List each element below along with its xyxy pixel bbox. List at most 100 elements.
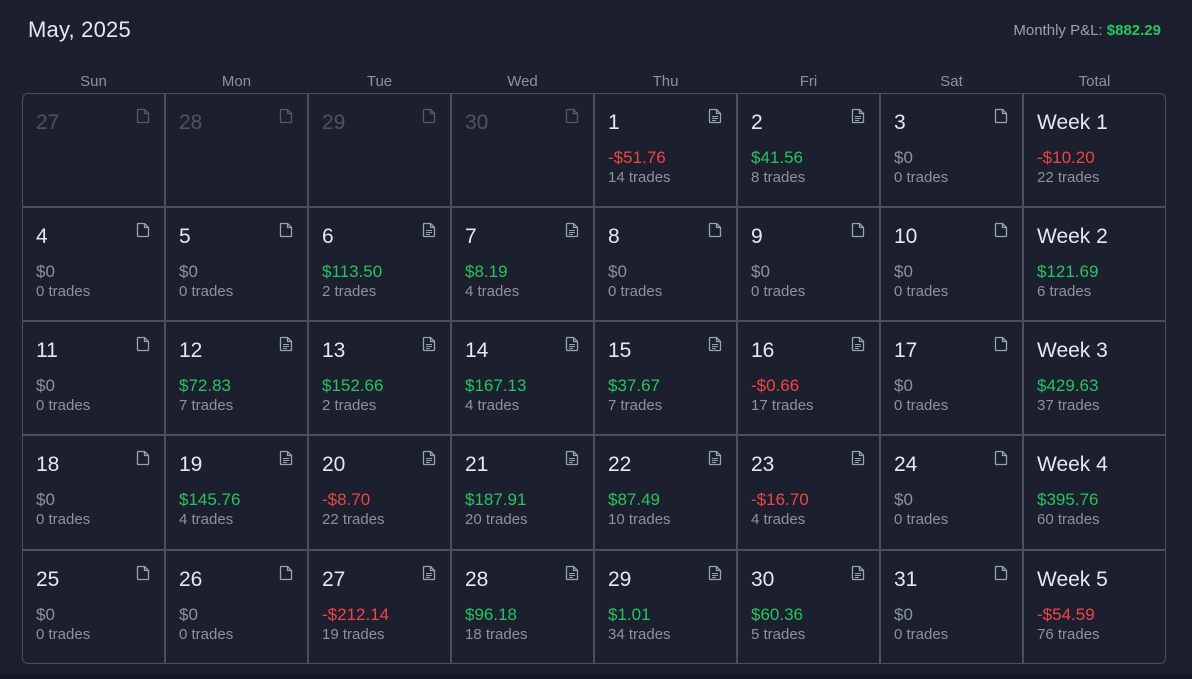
day-cell[interactable]: 16 -$0.66 17 trades (738, 322, 881, 436)
journal-note-icon[interactable] (851, 336, 865, 352)
day-cell[interactable]: 14 $167.13 4 trades (452, 322, 595, 436)
journal-note-icon[interactable] (851, 450, 865, 466)
day-cell[interactable]: 29 (309, 94, 452, 208)
week-label: Week 4 (1037, 453, 1108, 476)
journal-note-icon[interactable] (565, 450, 579, 466)
journal-note-icon[interactable] (279, 336, 293, 352)
empty-note-icon[interactable] (994, 108, 1008, 124)
day-cell[interactable]: 22 $87.49 10 trades (595, 436, 738, 551)
journal-note-icon[interactable] (422, 450, 436, 466)
empty-note-icon[interactable] (851, 222, 865, 238)
journal-note-icon[interactable] (565, 336, 579, 352)
empty-note-icon[interactable] (994, 222, 1008, 238)
day-cell[interactable]: 5 $0 0 trades (166, 208, 309, 322)
journal-note-icon[interactable] (422, 222, 436, 238)
day-cell[interactable]: 25 $0 0 trades (23, 551, 166, 663)
day-trade-count: 4 trades (465, 283, 520, 300)
week-pnl: $121.69 (1037, 262, 1099, 281)
empty-note-icon[interactable] (708, 222, 722, 238)
day-cell[interactable]: 27 -$212.14 19 trades (309, 551, 452, 663)
empty-note-icon[interactable] (279, 222, 293, 238)
day-cell[interactable]: 13 $152.66 2 trades (309, 322, 452, 436)
day-cell[interactable]: 2 $41.56 8 trades (738, 94, 881, 208)
day-cell[interactable]: 23 -$16.70 4 trades (738, 436, 881, 551)
day-trade-count: 0 trades (894, 626, 949, 643)
week-total-cell: Week 1 -$10.20 22 trades (1024, 94, 1165, 208)
journal-note-icon[interactable] (565, 565, 579, 581)
day-cell[interactable]: 18 $0 0 trades (23, 436, 166, 551)
day-cell[interactable]: 1 -$51.76 14 trades (595, 94, 738, 208)
day-cell[interactable]: 7 $8.19 4 trades (452, 208, 595, 322)
day-pnl: $0 (894, 605, 913, 624)
bottom-edge (0, 674, 1192, 679)
day-trade-count: 0 trades (179, 283, 234, 300)
weekday-thu: Thu (652, 73, 679, 90)
journal-note-icon[interactable] (708, 565, 722, 581)
day-cell[interactable]: 26 $0 0 trades (166, 551, 309, 663)
day-cell[interactable]: 3 $0 0 trades (881, 94, 1024, 208)
day-cell[interactable]: 28 $96.18 18 trades (452, 551, 595, 663)
day-cell[interactable]: 30 (452, 94, 595, 208)
day-pnl: -$0.66 (751, 376, 800, 395)
day-trade-count: 5 trades (751, 626, 806, 643)
day-pnl: $87.49 (608, 490, 660, 509)
week-label: Week 5 (1037, 568, 1108, 591)
empty-note-icon[interactable] (279, 108, 293, 124)
empty-note-icon[interactable] (136, 336, 150, 352)
day-cell[interactable]: 6 $113.50 2 trades (309, 208, 452, 322)
day-cell[interactable]: 21 $187.91 20 trades (452, 436, 595, 551)
day-pnl: $167.13 (465, 376, 527, 395)
empty-note-icon[interactable] (422, 108, 436, 124)
journal-note-icon[interactable] (565, 222, 579, 238)
journal-note-icon[interactable] (422, 336, 436, 352)
day-cell[interactable]: 24 $0 0 trades (881, 436, 1024, 551)
day-pnl: -$51.76 (608, 148, 666, 167)
day-pnl: $60.36 (751, 605, 803, 624)
weekday-wed: Wed (507, 73, 538, 90)
day-cell[interactable]: 27 (23, 94, 166, 208)
day-cell[interactable]: 20 -$8.70 22 trades (309, 436, 452, 551)
day-pnl: -$8.70 (322, 490, 371, 509)
journal-note-icon[interactable] (708, 450, 722, 466)
day-cell[interactable]: 17 $0 0 trades (881, 322, 1024, 436)
day-cell[interactable]: 15 $37.67 7 trades (595, 322, 738, 436)
day-cell[interactable]: 11 $0 0 trades (23, 322, 166, 436)
day-cell[interactable]: 29 $1.01 34 trades (595, 551, 738, 663)
week-pnl: -$54.59 (1037, 605, 1095, 624)
week-total-cell: Week 5 -$54.59 76 trades (1024, 551, 1165, 663)
journal-note-icon[interactable] (708, 336, 722, 352)
week-total-cell: Week 4 $395.76 60 trades (1024, 436, 1165, 551)
empty-note-icon[interactable] (565, 108, 579, 124)
empty-note-icon[interactable] (279, 565, 293, 581)
empty-note-icon[interactable] (994, 450, 1008, 466)
week-label: Week 2 (1037, 225, 1108, 248)
empty-note-icon[interactable] (136, 108, 150, 124)
empty-note-icon[interactable] (994, 565, 1008, 581)
day-trade-count: 18 trades (465, 626, 528, 643)
week-trade-count: 37 trades (1037, 397, 1100, 414)
empty-note-icon[interactable] (136, 565, 150, 581)
day-trade-count: 14 trades (608, 169, 671, 186)
day-cell[interactable]: 9 $0 0 trades (738, 208, 881, 322)
day-cell[interactable]: 28 (166, 94, 309, 208)
day-cell[interactable]: 31 $0 0 trades (881, 551, 1024, 663)
journal-note-icon[interactable] (851, 108, 865, 124)
day-pnl: $1.01 (608, 605, 651, 624)
day-cell[interactable]: 8 $0 0 trades (595, 208, 738, 322)
day-cell[interactable]: 10 $0 0 trades (881, 208, 1024, 322)
day-cell[interactable]: 19 $145.76 4 trades (166, 436, 309, 551)
day-cell[interactable]: 4 $0 0 trades (23, 208, 166, 322)
journal-note-icon[interactable] (279, 450, 293, 466)
day-trade-count: 34 trades (608, 626, 671, 643)
weekday-fri: Fri (799, 73, 818, 90)
day-trade-count: 0 trades (36, 397, 91, 414)
day-cell[interactable]: 30 $60.36 5 trades (738, 551, 881, 663)
day-cell[interactable]: 12 $72.83 7 trades (166, 322, 309, 436)
empty-note-icon[interactable] (136, 450, 150, 466)
day-pnl: $187.91 (465, 490, 527, 509)
empty-note-icon[interactable] (994, 336, 1008, 352)
journal-note-icon[interactable] (851, 565, 865, 581)
journal-note-icon[interactable] (708, 108, 722, 124)
empty-note-icon[interactable] (136, 222, 150, 238)
journal-note-icon[interactable] (422, 565, 436, 581)
